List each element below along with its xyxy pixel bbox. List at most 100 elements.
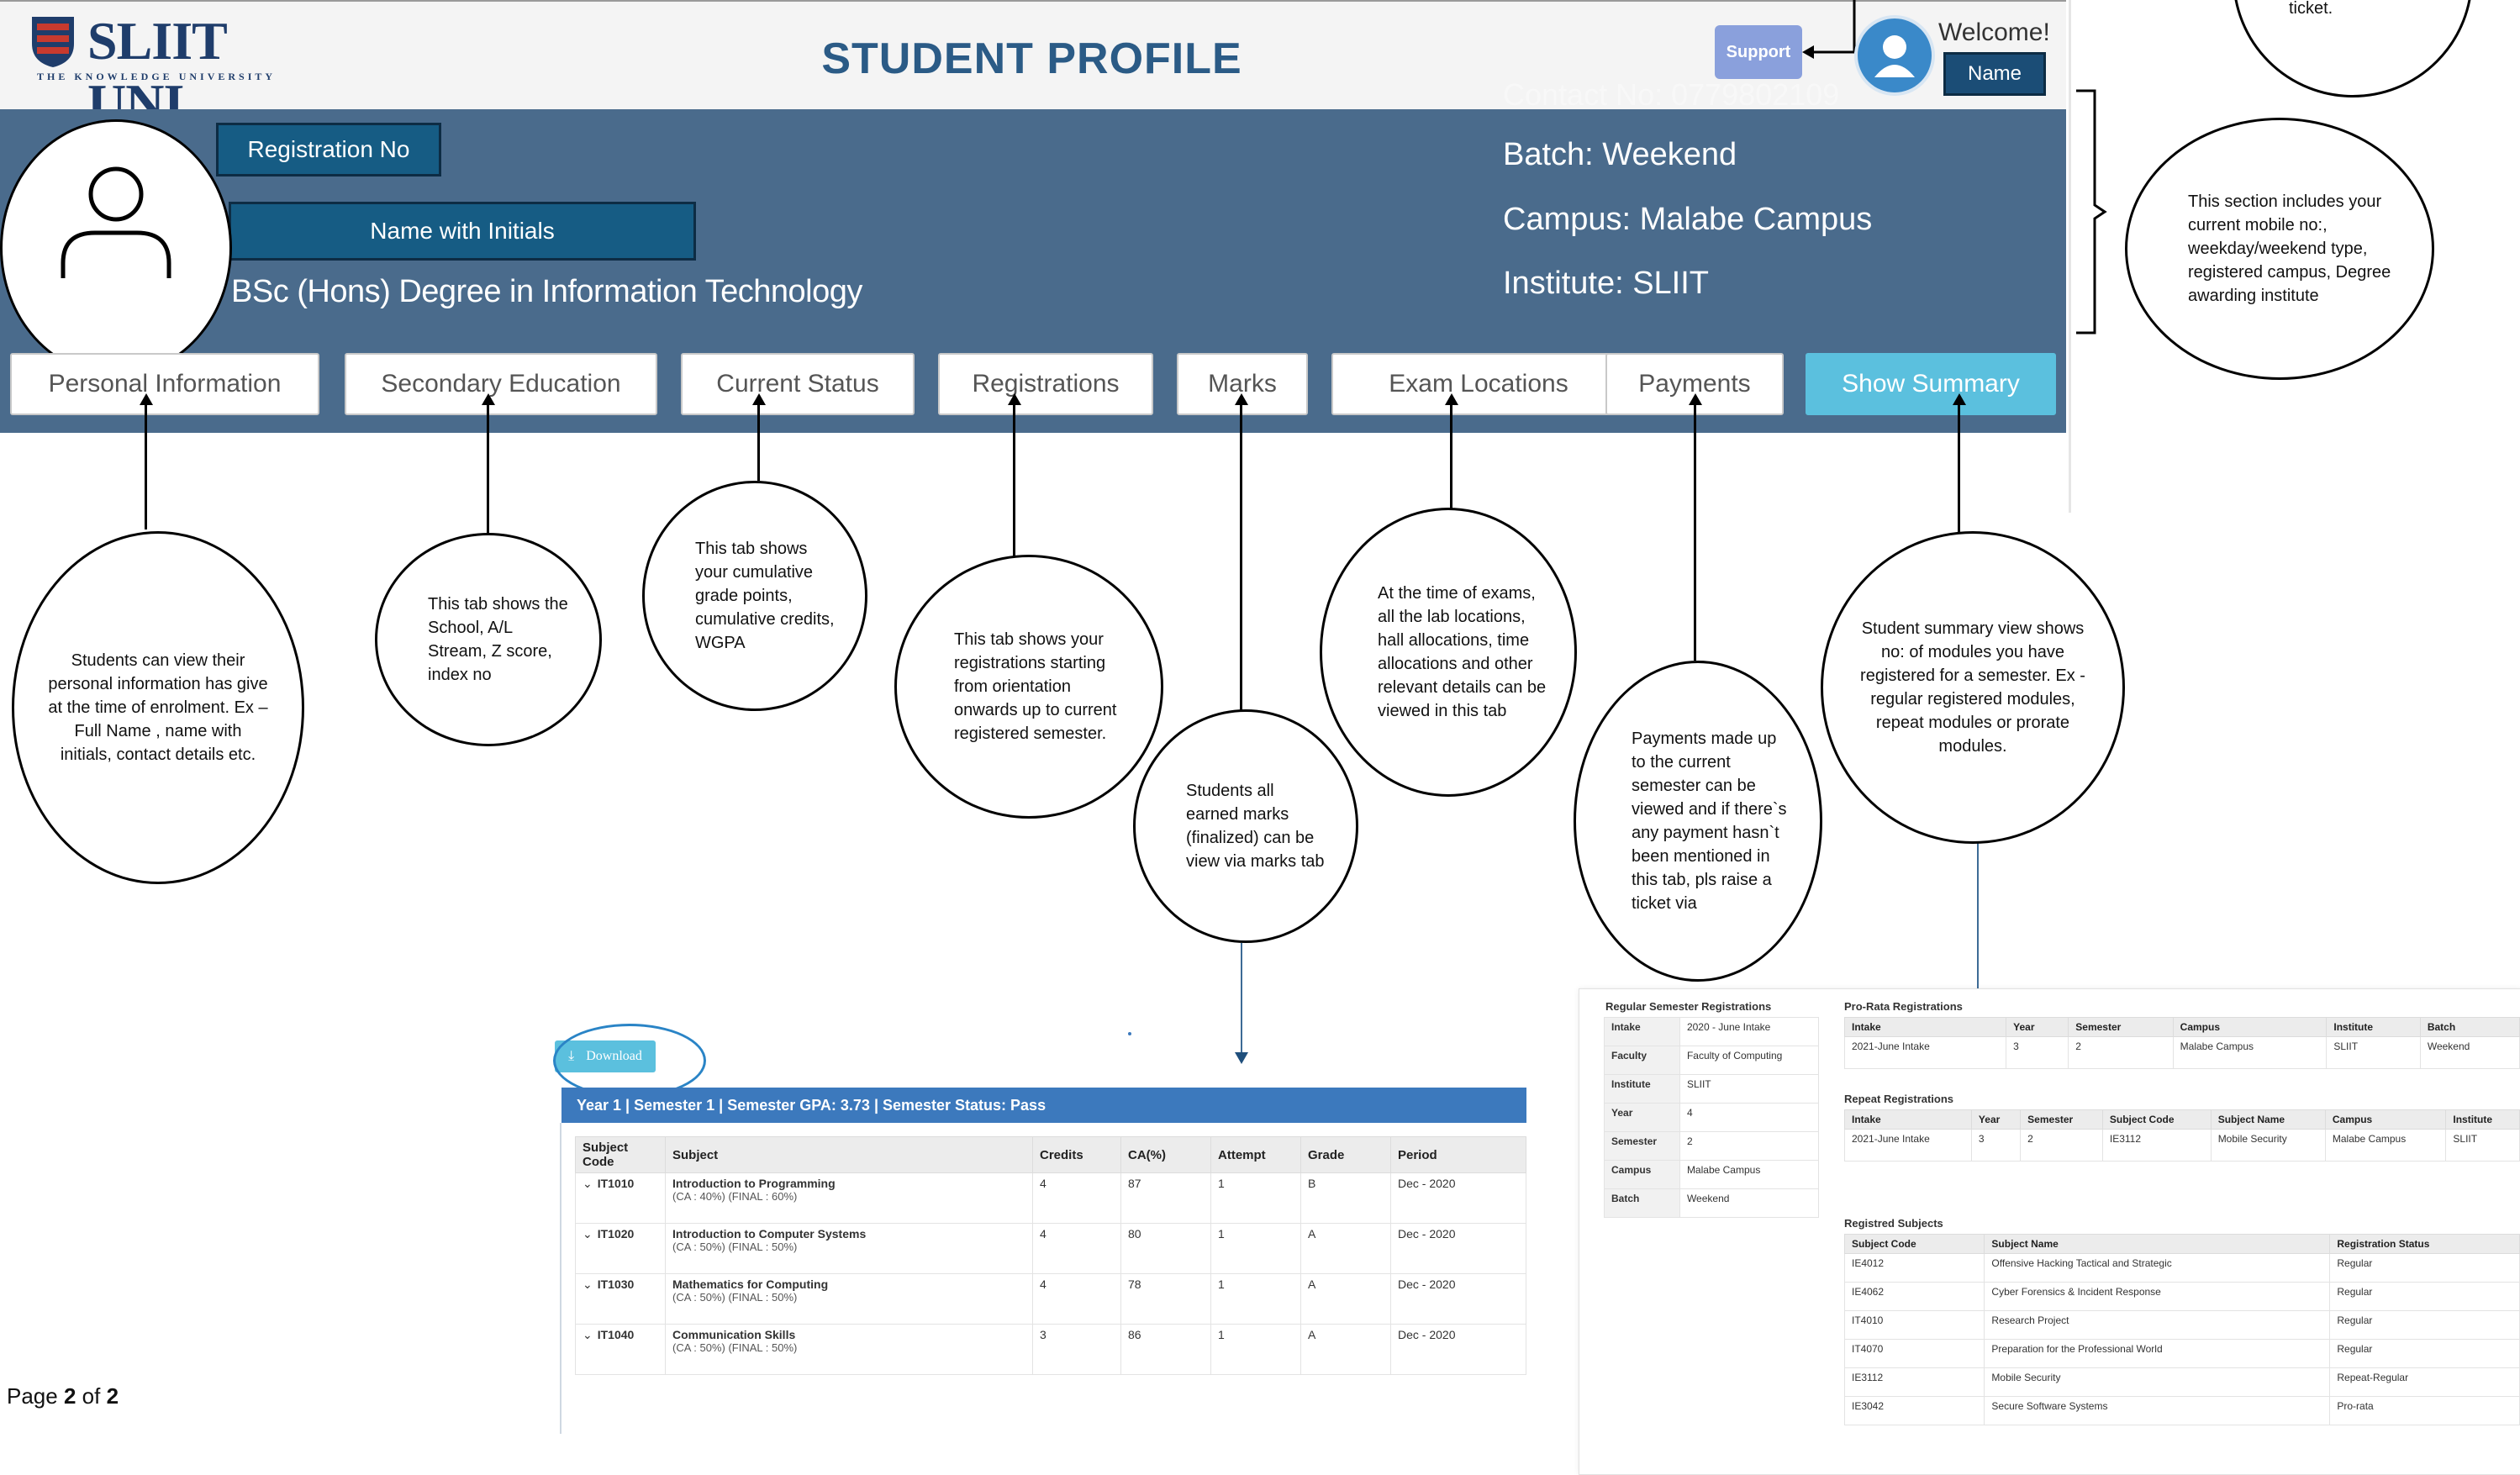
connector-line (1694, 403, 1696, 661)
ca-cell: 78 (1120, 1273, 1211, 1325)
subject-name: Introduction to Programming (672, 1177, 836, 1190)
user-name-button[interactable]: Name (1943, 52, 2046, 96)
table-cell: Regular (2329, 1253, 2520, 1283)
table-row: Intake 2020 - June Intake (1604, 1017, 1820, 1046)
arrow-up-icon (1235, 393, 1248, 405)
connector-line (1450, 403, 1452, 509)
divider (560, 1123, 561, 1434)
table-row: Institute SLIIT (1604, 1074, 1820, 1104)
field-label: Faculty (1604, 1046, 1680, 1075)
table-cell: Regular (2329, 1339, 2520, 1368)
col-ca: CA(%) (1120, 1136, 1211, 1173)
tab-personal-information[interactable]: Personal Information (10, 353, 319, 415)
name-with-initials: Name with Initials (229, 202, 696, 261)
table-cell: IE3112 (1843, 1367, 1985, 1397)
column-header: Registration Status (2329, 1234, 2520, 1254)
connector-line (1958, 403, 1960, 533)
annotation-ticket-bubble: ticket. (2233, 0, 2473, 97)
col-period: Period (1390, 1136, 1526, 1173)
column-header: Year (2006, 1017, 2069, 1037)
repeat-table: Intake Year Semester Subject Code Subject Na… (1844, 1109, 2520, 1162)
degree-name: BSc (Hons) Degree in Information Technol… (231, 274, 862, 309)
profile-photo[interactable] (0, 119, 232, 377)
field-value: Malabe Campus (1679, 1160, 1820, 1189)
field-label: Intake (1604, 1017, 1680, 1046)
credits-cell: 4 (1032, 1172, 1121, 1224)
chevron-down-icon[interactable]: ⌄ (583, 1177, 593, 1190)
registered-subjects-title: Registred Subjects (1844, 1217, 1943, 1230)
table-cell: Research Project (1984, 1310, 2331, 1340)
tab-secondary-education[interactable]: Secondary Education (345, 353, 657, 415)
table-cell: Secure Software Systems (1984, 1396, 2331, 1425)
column-header: Semester (2020, 1109, 2103, 1130)
connector-line (1013, 403, 1015, 556)
tab-exam-locations[interactable]: Exam Locations (1331, 353, 1626, 415)
column-header: Subject Name (1984, 1234, 2331, 1254)
table-row: Semester 2 (1604, 1131, 1820, 1161)
support-button[interactable]: Support (1715, 25, 1802, 79)
tab-show-summary[interactable]: Show Summary (1806, 353, 2056, 415)
tab-current-status[interactable]: Current Status (681, 353, 915, 415)
annotation-show-summary: Student summary view shows no: of module… (1821, 531, 2125, 844)
field-value: 2 (1679, 1131, 1820, 1161)
table-cell: 2021-June Intake (1843, 1036, 2007, 1069)
subject-weights: (CA : 50%) (FINAL : 50%) (672, 1241, 798, 1253)
annotation-personal-information: Students can view their personal informa… (12, 531, 304, 884)
table-cell: Regular (2329, 1282, 2520, 1311)
prorata-table: Intake Year Semester Campus Institute Batch 20… (1843, 1017, 2520, 1069)
subject-code-cell: ⌄ IT1020 (575, 1223, 666, 1274)
tab-registrations[interactable]: Registrations (938, 353, 1153, 415)
table-cell: 3 (2006, 1036, 2069, 1069)
credits-cell: 3 (1032, 1324, 1121, 1375)
table-cell: Weekend (2419, 1036, 2520, 1069)
sliit-logo[interactable]: SLIIT UNI THE KNOWLEDGE UNIVERSITY (29, 10, 306, 133)
period-cell: Dec - 2020 (1390, 1324, 1526, 1375)
attempt-cell: 1 (1210, 1223, 1301, 1274)
connector-line (487, 403, 489, 533)
grade-cell: A (1300, 1324, 1391, 1375)
chevron-down-icon[interactable]: ⌄ (583, 1277, 593, 1291)
field-label: Semester (1604, 1131, 1680, 1161)
table-row: IT4070 Preparation for the Professional W… (1843, 1339, 2520, 1368)
subject-code-cell: ⌄ IT1010 (575, 1172, 666, 1224)
section-bracket (2076, 89, 2107, 335)
connector-line (1241, 943, 1242, 1057)
prorata-title: Pro-Rata Registrations (1844, 1000, 1963, 1013)
tab-marks[interactable]: Marks (1177, 353, 1308, 415)
table-cell: Cyber Forensics & Incident Response (1984, 1282, 2331, 1311)
table-cell: IT4070 (1843, 1339, 1985, 1368)
table-cell: Repeat-Regular (2329, 1367, 2520, 1397)
subject-weights: (CA : 50%) (FINAL : 50%) (672, 1341, 798, 1354)
chevron-down-icon[interactable]: ⌄ (583, 1328, 593, 1341)
subject-code-cell: ⌄ IT1030 (575, 1273, 666, 1325)
column-header: Institute (2445, 1109, 2520, 1130)
page-footer: Page 2 of 2 (7, 1383, 119, 1409)
subject-weights: (CA : 50%) (FINAL : 50%) (672, 1291, 798, 1304)
arrow-up-icon (1445, 393, 1458, 405)
dot-marker (1128, 1032, 1131, 1035)
connector-line (145, 403, 147, 529)
user-avatar[interactable] (1854, 15, 1935, 96)
table-cell: Malabe Campus (2324, 1129, 2447, 1162)
annotation-section-info: This section includes your current mobil… (2125, 118, 2434, 380)
field-value: Weekend (1679, 1188, 1820, 1218)
contact-no: Contact No: 0779802109 (1503, 77, 1840, 112)
arrow-up-icon (1953, 393, 1966, 405)
subject-code-cell: ⌄ IT1040 (575, 1324, 666, 1375)
subject-cell: Introduction to Programming (CA : 40%) (F… (665, 1172, 1033, 1224)
column-header: Batch (2419, 1017, 2520, 1037)
table-cell: SLIIT (2445, 1129, 2520, 1162)
subject-code: IT1030 (597, 1277, 635, 1291)
table-row: ⌄ IT1030 Mathematics for Computing (CA : 50… (575, 1273, 1526, 1325)
table-row: IE4062 Cyber Forensics & Incident Respons… (1843, 1282, 2520, 1311)
arrow-up-icon (140, 393, 153, 405)
grade-cell: A (1300, 1223, 1391, 1274)
annotation-current-status: This tab shows your cumulative grade poi… (642, 481, 867, 711)
arrow-up-icon (1689, 393, 1702, 405)
subject-name: Communication Skills (672, 1328, 796, 1341)
chevron-down-icon[interactable]: ⌄ (583, 1227, 593, 1241)
col-grade: Grade (1300, 1136, 1391, 1173)
table-cell: SLIIT (2326, 1036, 2421, 1069)
table-cell: Mobile Security (2210, 1129, 2326, 1162)
column-header: Intake (1843, 1017, 2007, 1037)
